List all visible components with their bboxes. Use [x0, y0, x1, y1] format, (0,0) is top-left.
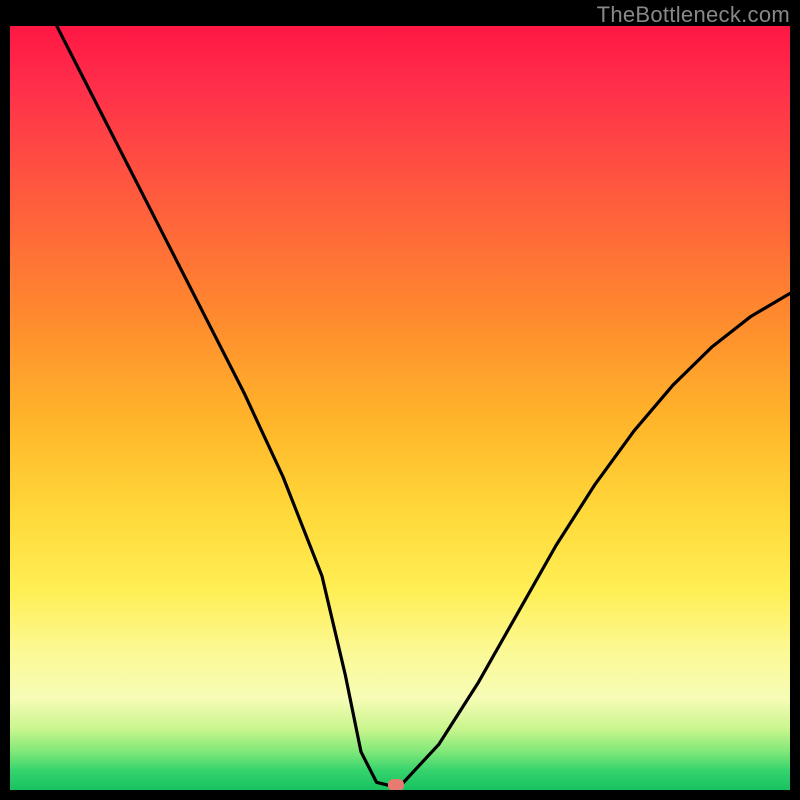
plot-area [10, 26, 790, 790]
chart-container: TheBottleneck.com [0, 0, 800, 800]
bottleneck-curve-path [57, 26, 790, 786]
curve-layer [10, 26, 790, 790]
watermark-text: TheBottleneck.com [597, 2, 790, 28]
optimum-marker [388, 779, 404, 790]
